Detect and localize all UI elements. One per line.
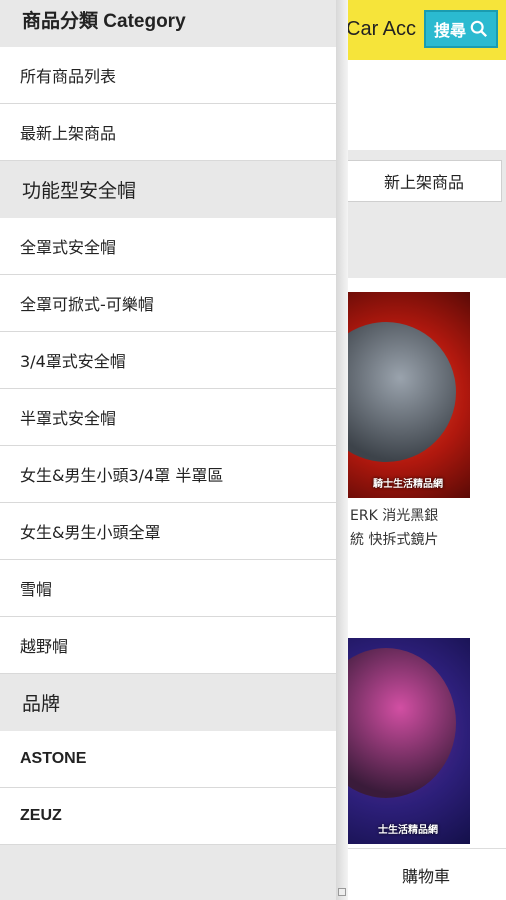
search-button[interactable]: 搜尋	[424, 10, 498, 48]
product-card-image[interactable]: 騎士生活精品網	[346, 292, 470, 498]
search-icon	[470, 20, 488, 38]
drawer-edge	[336, 0, 348, 900]
card-caption: 士生活精品網	[378, 825, 438, 836]
menu-item-snow[interactable]: 雪帽	[0, 560, 336, 617]
menu-item-offroad[interactable]: 越野帽	[0, 617, 336, 674]
drawer-footer	[0, 845, 336, 900]
product-card-image[interactable]: 士生活精品網	[346, 638, 470, 844]
search-label: 搜尋	[433, 21, 466, 40]
menu-item-flip-up[interactable]: 全罩可掀式-可樂帽	[0, 275, 336, 332]
menu-item-three-quarter[interactable]: 3/4罩式安全帽	[0, 332, 336, 389]
helmet-image	[346, 648, 456, 798]
card-caption: 騎士生活精品網	[373, 479, 443, 490]
menu-item-small-three-quarter[interactable]: 女生&男生小頭3/4罩 半罩區	[0, 446, 336, 503]
product-name-line2[interactable]: 統 快拆式鏡片	[350, 529, 438, 551]
tab-new-products[interactable]: 新上架商品	[346, 160, 502, 202]
site-title: Car Acc	[346, 18, 417, 40]
menu-item-half[interactable]: 半罩式安全帽	[0, 389, 336, 446]
menu-item-all-products[interactable]: 所有商品列表	[0, 47, 336, 104]
cart-button[interactable]: 購物車	[346, 848, 506, 900]
menu-item-new-products[interactable]: 最新上架商品	[0, 104, 336, 161]
menu-item-zeuz[interactable]: ZEUZ	[0, 788, 336, 845]
scroll-indicator	[338, 888, 346, 896]
category-drawer: 商品分類 Category 所有商品列表 最新上架商品 功能型安全帽 全罩式安全…	[0, 0, 336, 900]
menu-item-full-face[interactable]: 全罩式安全帽	[0, 218, 336, 275]
drawer-title: 商品分類 Category	[0, 0, 336, 47]
product-name-line1[interactable]: ERK 消光黑銀	[350, 505, 438, 527]
menu-item-astone[interactable]: ASTONE	[0, 731, 336, 788]
section-brands: 品牌	[0, 674, 336, 731]
helmet-image	[346, 322, 456, 462]
section-helmets: 功能型安全帽	[0, 161, 336, 218]
menu-item-small-full-face[interactable]: 女生&男生小頭全罩	[0, 503, 336, 560]
